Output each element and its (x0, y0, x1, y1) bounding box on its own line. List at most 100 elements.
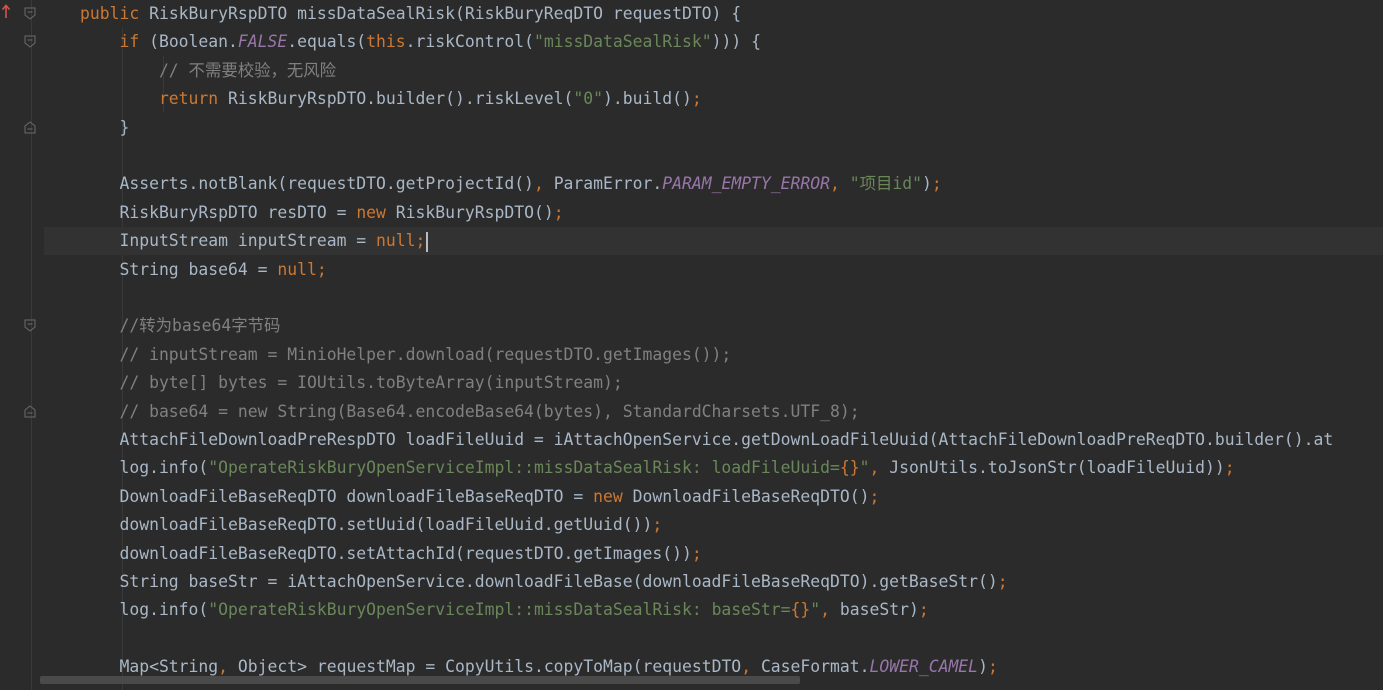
code-token: RiskBuryRspDTO() (395, 202, 554, 222)
code-line[interactable]: log.info("OperateRiskBuryOpenServiceImpl… (44, 454, 1383, 482)
code-line[interactable]: // inputStream = MinioHelper.download(re… (44, 341, 1383, 369)
code-line[interactable]: InputStream inputStream = null; (44, 227, 1383, 256)
code-line[interactable]: // byte[] bytes = IOUtils.toByteArray(in… (44, 369, 1383, 397)
code-text: if (Boolean.FALSE.equals(this.riskContro… (80, 28, 760, 56)
code-line[interactable]: // 不需要校验，无风险 (44, 57, 1383, 85)
code-token: "OperateRiskBuryOpenServiceImpl::missDat… (208, 458, 840, 478)
code-text: downloadFileBaseReqDTO.setUuid(loadFileU… (80, 511, 662, 539)
code-text: String baseStr = iAttachOpenService.down… (80, 568, 1008, 596)
code-token: CaseFormat. (760, 657, 870, 677)
code-token: "0" (573, 89, 604, 109)
code-line[interactable]: return RiskBuryRspDTO.builder().riskLeve… (44, 85, 1383, 113)
code-token: // byte[] bytes = IOUtils.toByteArray(in… (80, 373, 623, 393)
code-token: DownloadFileBaseReqDTO downloadFileBaseR… (80, 486, 594, 506)
code-token: downloadFileBaseReqDTO.setAttachId(reque… (80, 543, 692, 563)
fold-collapse-icon[interactable] (24, 35, 36, 49)
code-token: ParamError. (553, 174, 663, 194)
code-token: RiskBuryRspDTO missDataSealRisk(RiskBury… (149, 4, 742, 23)
code-token: //转为base64字节码 (80, 316, 281, 336)
code-token: this (366, 32, 406, 52)
code-token: new (356, 202, 396, 222)
code-token: ; (997, 572, 1008, 591)
code-token: " (810, 600, 821, 620)
code-line[interactable]: Asserts.notBlank(requestDTO.getProjectId… (44, 170, 1383, 198)
code-token: AttachFileDownloadPreRespDTO loadFileUui… (80, 430, 1334, 449)
code-text: // 不需要校验，无风险 (80, 57, 336, 85)
code-token: FALSE (237, 32, 288, 52)
code-token: log.info( (80, 600, 209, 620)
code-line[interactable]: downloadFileBaseReqDTO.setUuid(loadFileU… (44, 511, 1383, 539)
code-token: return (80, 89, 229, 109)
code-token: String base64 = (80, 259, 278, 279)
code-line[interactable]: RiskBuryRspDTO resDTO = new RiskBuryRspD… (44, 199, 1383, 227)
code-token: null; (376, 231, 426, 251)
code-text: // byte[] bytes = IOUtils.toByteArray(in… (80, 369, 623, 397)
code-text: log.info("OperateRiskBuryOpenServiceImpl… (80, 454, 1235, 482)
text-caret (426, 231, 429, 252)
fold-collapse-icon[interactable] (24, 319, 36, 333)
fold-end-icon[interactable] (24, 120, 36, 134)
code-line[interactable]: } (44, 114, 1383, 142)
code-token: ; (652, 515, 663, 535)
code-line[interactable]: String base64 = null; (44, 256, 1383, 284)
code-token: " (859, 458, 870, 478)
code-token: RiskBuryRspDTO.builder().riskLevel( (228, 89, 574, 109)
code-line[interactable]: log.info("OperateRiskBuryOpenServiceImpl… (44, 596, 1383, 624)
code-text: DownloadFileBaseReqDTO downloadFileBaseR… (80, 483, 879, 511)
code-text: AttachFileDownloadPreRespDTO loadFileUui… (80, 426, 1333, 454)
code-text: Asserts.notBlank(requestDTO.getProjectId… (80, 170, 942, 198)
code-line[interactable]: public RiskBuryRspDTO missDataSealRisk(R… (44, 0, 1383, 28)
code-text: public RiskBuryRspDTO missDataSealRisk(R… (80, 0, 741, 28)
code-token: // base64 = new String(Base64.encodeBase… (80, 401, 860, 421)
code-token: ; (931, 174, 942, 194)
code-text: InputStream inputStream = null; (80, 227, 429, 255)
code-text: // base64 = new String(Base64.encodeBase… (80, 398, 860, 426)
code-token: null; (277, 259, 327, 279)
fold-end-icon[interactable] (24, 404, 36, 418)
gutter-separator (31, 0, 32, 690)
code-token: {} (790, 600, 811, 620)
code-token: PARAM_EMPTY_ERROR (662, 174, 831, 194)
override-arrow-icon[interactable] (1, 3, 11, 23)
code-token: .equals( (287, 32, 367, 52)
code-line[interactable]: String baseStr = iAttachOpenService.down… (44, 568, 1383, 596)
code-token: if (80, 32, 150, 52)
code-line[interactable] (44, 284, 1383, 312)
code-line[interactable]: downloadFileBaseReqDTO.setAttachId(reque… (44, 540, 1383, 568)
code-token: , (741, 657, 761, 677)
code-token: ; (918, 600, 929, 620)
code-text: String base64 = null; (80, 256, 327, 284)
horizontal-scrollbar[interactable] (40, 676, 800, 684)
code-token: , (533, 174, 554, 194)
code-line[interactable] (44, 625, 1383, 653)
code-text: // inputStream = MinioHelper.download(re… (80, 341, 731, 369)
code-token: downloadFileBaseReqDTO.setUuid(loadFileU… (80, 515, 653, 535)
code-token: "OperateRiskBuryOpenServiceImpl::missDat… (208, 600, 791, 620)
code-token: baseStr) (839, 600, 919, 620)
code-text: } (80, 114, 129, 142)
code-token: , (869, 458, 890, 478)
code-text: //转为base64字节码 (80, 312, 280, 340)
code-token: {} (839, 458, 860, 478)
code-token: ; (553, 202, 564, 222)
editor-gutter (0, 0, 44, 690)
code-token: RiskBuryRspDTO resDTO = (80, 202, 357, 222)
fold-collapse-icon[interactable] (24, 7, 36, 20)
code-line[interactable]: // base64 = new String(Base64.encodeBase… (44, 398, 1383, 426)
code-token: Object> requestMap = CopyUtils.copyToMap… (237, 657, 742, 677)
code-editor[interactable]: public RiskBuryRspDTO missDataSealRisk(R… (44, 0, 1383, 690)
code-line[interactable]: //转为base64字节码 (44, 312, 1383, 340)
code-line[interactable]: AttachFileDownloadPreRespDTO loadFileUui… (44, 426, 1383, 454)
code-line[interactable]: if (Boolean.FALSE.equals(this.riskContro… (44, 28, 1383, 56)
code-token: ; (987, 657, 998, 677)
code-token: InputStream inputStream = (80, 231, 377, 251)
code-token: DownloadFileBaseReqDTO() (632, 486, 870, 506)
code-line[interactable] (44, 142, 1383, 170)
code-token: Asserts.notBlank(requestDTO.getProjectId… (80, 174, 534, 194)
code-token: // inputStream = MinioHelper.download(re… (80, 344, 732, 364)
code-token: JsonUtils.toJsonStr(loadFileUuid)) (889, 458, 1225, 478)
code-line[interactable]: DownloadFileBaseReqDTO downloadFileBaseR… (44, 483, 1383, 511)
code-token: ) (922, 174, 932, 194)
code-token: , (830, 174, 850, 194)
code-token: ; (1224, 458, 1235, 478)
